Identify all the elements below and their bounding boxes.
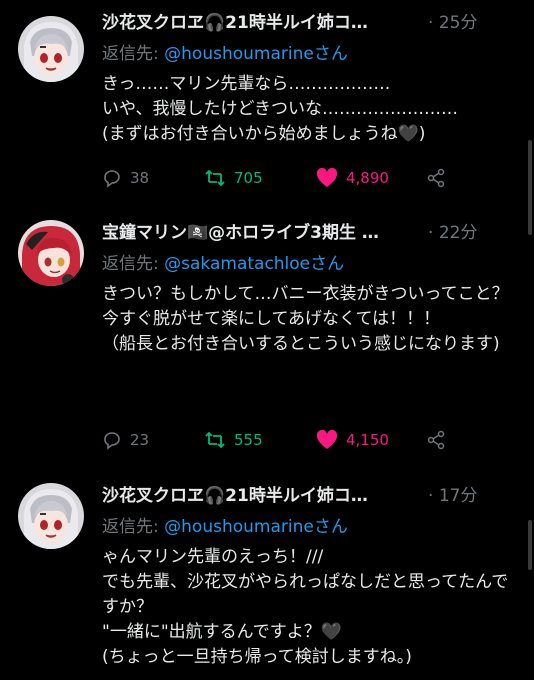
reply-button[interactable]: 23 <box>102 428 149 452</box>
retweet-button[interactable]: 555 <box>204 428 263 452</box>
tweet-text: ゃんマリン先輩のえっち！/// でも先輩、沙花叉がやられっぱなしだと思ってたんで… <box>102 547 509 667</box>
reply-count: 38 <box>130 169 150 187</box>
timestamp[interactable]: · 22分 <box>428 220 477 246</box>
reply-prefix: 返信先: <box>102 517 159 537</box>
heart-icon <box>316 430 338 449</box>
avatar[interactable] <box>18 220 84 286</box>
timestamp[interactable]: · 25分 <box>428 10 477 36</box>
display-name[interactable]: 沙花叉クロヱ🎧21時半ルイ姉コ… <box>102 483 368 509</box>
avatar[interactable] <box>18 483 84 549</box>
scrollbar[interactable] <box>528 520 532 570</box>
reply-to: 返信先: @houshoumarineさん <box>102 515 534 539</box>
reply-count: 23 <box>130 431 150 449</box>
reply-handle-link[interactable]: @sakamatachloeさん <box>164 254 344 274</box>
tweet-header: 沙花叉クロヱ🎧21時半ルイ姉コ… · 17分 <box>102 483 534 509</box>
tweet-text: きつい？もしかして…バニー衣装がきついってこと？ 今すぐ脱がせて楽にしてあげなく… <box>102 284 509 354</box>
reply-to: 返信先: @houshoumarineさん <box>102 42 534 66</box>
share-icon <box>427 168 445 188</box>
tweet-actions: 23 555 4,150 <box>102 428 522 452</box>
reply-prefix: 返信先: <box>102 254 159 274</box>
retweet-icon <box>205 431 225 449</box>
retweet-icon <box>205 169 225 187</box>
like-button[interactable]: 4,890 <box>316 166 389 190</box>
display-name[interactable]: 宝鐘マリン🏴‍☠️@ホロライブ3期生 … <box>102 220 379 246</box>
like-count: 4,150 <box>346 431 389 449</box>
tweet[interactable]: 沙花叉クロヱ🎧21時半ルイ姉コ… · 17分 返信先: @houshoumari… <box>0 475 534 680</box>
tweet[interactable]: 宝鐘マリン🏴‍☠️@ホロライブ3期生 … · 22分 返信先: @sakamat… <box>0 210 534 475</box>
timestamp[interactable]: · 17分 <box>428 483 477 509</box>
retweet-button[interactable]: 705 <box>204 166 263 190</box>
retweet-count: 705 <box>234 169 263 187</box>
retweet-count: 555 <box>234 431 263 449</box>
reply-button[interactable]: 38 <box>102 166 149 190</box>
display-name[interactable]: 沙花叉クロヱ🎧21時半ルイ姉コ… <box>102 10 368 36</box>
tweet-actions: 38 705 4,890 <box>102 166 522 190</box>
avatar[interactable] <box>18 16 84 82</box>
tweet-header: 宝鐘マリン🏴‍☠️@ホロライブ3期生 … · 22分 <box>102 220 534 246</box>
share-icon <box>427 430 445 450</box>
tweet-text: きっ……マリン先輩なら……………… いや、我慢したけどきついな…………………… … <box>102 74 458 144</box>
reply-prefix: 返信先: <box>102 44 159 64</box>
scrollbar[interactable] <box>528 140 532 235</box>
share-button[interactable] <box>426 166 446 190</box>
reply-to: 返信先: @sakamatachloeさん <box>102 252 534 276</box>
reply-icon <box>104 432 120 450</box>
tweet[interactable]: 沙花叉クロヱ🎧21時半ルイ姉コ… · 25分 返信先: @houshoumari… <box>0 0 534 210</box>
like-button[interactable]: 4,150 <box>316 428 389 452</box>
reply-handle-link[interactable]: @houshoumarineさん <box>164 517 348 537</box>
reply-handle-link[interactable]: @houshoumarineさん <box>164 44 348 64</box>
like-count: 4,890 <box>346 169 389 187</box>
heart-icon <box>316 168 338 187</box>
reply-icon <box>104 170 120 188</box>
tweet-header: 沙花叉クロヱ🎧21時半ルイ姉コ… · 25分 <box>102 10 534 36</box>
share-button[interactable] <box>426 428 446 452</box>
